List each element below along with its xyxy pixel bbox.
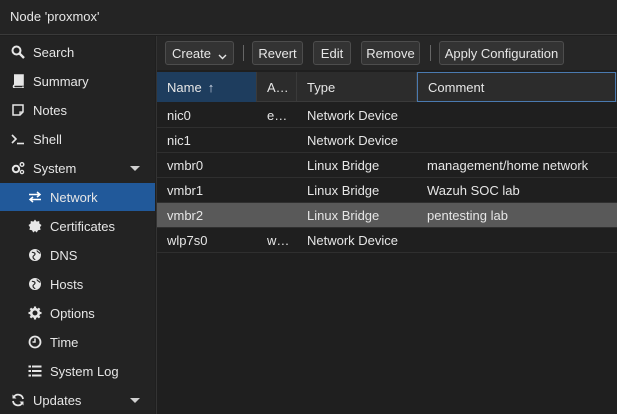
toolbar-separator [430,45,431,61]
sidebar-item-dns[interactable]: DNS [0,241,155,269]
sidebar-item-updates[interactable]: Updates [0,386,155,414]
sidebar-item-label: Notes [33,102,67,118]
sidebar-item-label: Shell [33,131,62,147]
sidebar-item-label: Updates [33,392,82,408]
table-row[interactable]: vmbr1 Linux Bridge Wazuh SOC lab [157,178,617,203]
revert-button[interactable]: Revert [252,41,303,65]
sidebar-item-system[interactable]: System [0,154,155,182]
cell-comment [417,128,617,153]
sidebar-item-system-log[interactable]: System Log [0,357,155,385]
cell-active: w… [267,233,290,248]
cell-name: nic1 [167,133,191,148]
cell-name: wlp7s0 [167,233,208,248]
window-title: Node 'proxmox' [0,0,617,35]
cell-comment: Wazuh SOC lab [427,183,520,198]
exchange-icon [27,189,43,205]
sort-ascending-icon: ↑ [207,79,215,95]
table-row[interactable]: wlp7s0 w… Network Device [157,228,617,253]
cell-name: vmbr0 [167,158,204,173]
sidebar-item-label: Certificates [50,218,116,234]
cell-comment: pentesting lab [427,208,508,223]
sidebar-item-notes[interactable]: Notes [0,96,155,124]
sidebar-item-network[interactable]: Network [0,183,155,211]
column-header-type[interactable]: Type [297,72,417,102]
cell-type: Network Device [307,108,399,123]
cell-comment [417,103,617,128]
chevron-down-icon[interactable] [130,398,140,403]
cell-comment: management/home network [427,158,589,173]
column-header-comment[interactable]: Comment [417,72,616,102]
table-row[interactable]: vmbr0 Linux Bridge management/home netwo… [157,153,617,178]
sidebar-item-label: Search [33,44,75,60]
cogs-icon [10,160,26,176]
sidebar-item-label: Hosts [50,276,84,292]
globe-icon [27,276,43,292]
column-header-name[interactable]: Name ↑ [157,72,257,102]
cell-active [257,203,297,228]
sidebar-item-label: Network [50,189,98,205]
cell-active [257,178,297,203]
cell-type: Linux Bridge [307,208,380,223]
cell-type: Network Device [307,133,399,148]
chevron-down-icon [218,49,227,59]
sidebar-item-hosts[interactable]: Hosts [0,270,155,298]
chevron-down-icon[interactable] [130,166,140,171]
cell-type: Network Device [307,233,399,248]
remove-button[interactable]: Remove [361,41,420,65]
toolbar-separator [243,45,244,61]
table-row-selected[interactable]: vmbr2 Linux Bridge pentesting lab [157,203,617,228]
sidebar-item-label: Options [50,305,95,321]
sidebar-item-search[interactable]: Search [0,38,155,66]
terminal-icon [10,131,26,147]
grid-body: nic0 e… Network Device nic1 Network Devi… [157,103,617,253]
sidebar-item-label: Summary [33,73,89,89]
sidebar-item-label: System Log [50,363,119,379]
network-panel: Create Revert Edit Remove Apply Configur… [156,36,617,414]
table-row[interactable]: nic1 Network Device [157,128,617,153]
globe-icon [27,247,43,263]
clock-icon [27,334,43,350]
gear-icon [27,305,43,321]
create-button[interactable]: Create [165,41,234,65]
refresh-icon [10,392,26,408]
sidebar-item-shell[interactable]: Shell [0,125,155,153]
cell-name: nic0 [167,108,191,123]
cell-active [257,128,297,153]
sidebar-item-summary[interactable]: Summary [0,67,155,95]
cell-name: vmbr1 [167,183,204,198]
grid-header: Name ↑ A… Type Comment [157,72,617,102]
sidebar-item-time[interactable]: Time [0,328,155,356]
sidebar-item-label: Time [50,334,79,350]
table-row[interactable]: nic0 e… Network Device [157,103,617,128]
sidebar-item-label: System [33,160,77,176]
cell-comment [417,228,617,253]
note-icon [10,102,26,118]
sidebar-item-certificates[interactable]: Certificates [0,212,155,240]
cell-type: Linux Bridge [307,183,380,198]
cell-type: Linux Bridge [307,158,380,173]
toolbar: Create Revert Edit Remove Apply Configur… [157,36,617,70]
search-icon [10,44,26,60]
book-icon [10,73,26,89]
sidebar-item-label: DNS [50,247,78,263]
column-header-active[interactable]: A… [257,72,297,102]
certificate-icon [27,218,43,234]
cell-active [257,153,297,178]
sidebar-item-options[interactable]: Options [0,299,155,327]
sidebar: Search Summary Notes Shell System Networ… [0,36,155,414]
cell-active: e… [267,108,288,123]
apply-configuration-button[interactable]: Apply Configuration [439,41,564,65]
edit-button[interactable]: Edit [313,41,351,65]
cell-name: vmbr2 [167,208,204,223]
list-icon [27,363,43,379]
